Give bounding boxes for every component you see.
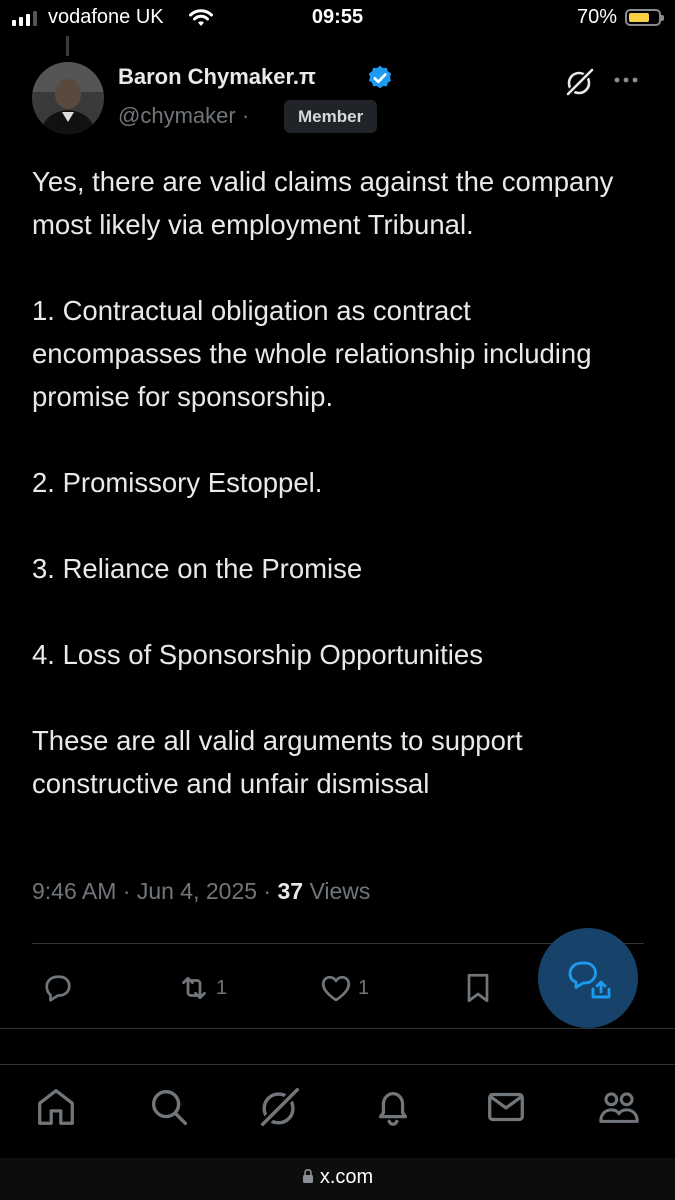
repost-count: 1 xyxy=(216,976,228,999)
grok-icon[interactable] xyxy=(257,1084,303,1130)
tab-bar-divider xyxy=(0,1064,675,1065)
post-metadata: 9:46 AM · Jun 4, 2025 · 37 Views xyxy=(32,878,370,905)
bookmark-button[interactable] xyxy=(460,970,496,1006)
share-icon[interactable] xyxy=(564,956,612,1004)
post-paragraph: 4. Loss of Sponsorship Opportunities xyxy=(32,639,483,670)
clock: 09:55 xyxy=(311,6,364,28)
post-paragraph: Yes, there are valid claims against the … xyxy=(32,166,614,240)
status-bar: vodafone UK 09:55 70% xyxy=(0,0,675,40)
views-label: Views xyxy=(303,878,371,904)
thread-line xyxy=(66,36,69,56)
repost-button[interactable]: 1 xyxy=(176,970,227,1006)
reply-button[interactable] xyxy=(40,970,76,1006)
post-paragraph: 3. Reliance on the Promise xyxy=(32,553,363,584)
battery-percent: 70% xyxy=(576,6,617,28)
like-count: 1 xyxy=(358,976,370,999)
like-button[interactable]: 1 xyxy=(318,970,369,1006)
home-icon[interactable] xyxy=(33,1084,79,1130)
handle-separator: · xyxy=(241,103,250,128)
handle-text[interactable]: @chymaker xyxy=(118,103,236,128)
grok-icon[interactable] xyxy=(564,66,596,98)
post-paragraph: 1. Contractual obligation as contract en… xyxy=(32,295,592,412)
post-text: Yes, there are valid claims against the … xyxy=(32,160,632,805)
search-icon[interactable] xyxy=(146,1084,192,1130)
reply-icon[interactable] xyxy=(40,970,76,1006)
share-button[interactable] xyxy=(538,928,638,1028)
author-handle[interactable]: @chymaker · xyxy=(118,103,249,129)
author-name[interactable]: Baron Chymaker.π xyxy=(118,64,316,90)
repost-icon[interactable] xyxy=(176,970,212,1006)
post-paragraph: 2. Promissory Estoppel. xyxy=(32,467,323,498)
views-count: 37 xyxy=(277,878,304,904)
avatar[interactable] xyxy=(32,62,104,134)
member-badge[interactable]: Member xyxy=(284,100,378,133)
verified-badge-icon[interactable] xyxy=(366,64,394,92)
heart-icon[interactable] xyxy=(318,970,354,1006)
divider xyxy=(0,1028,675,1029)
messages-icon[interactable] xyxy=(483,1084,529,1130)
battery-icon xyxy=(625,9,664,26)
url-text[interactable]: x.com xyxy=(320,1166,373,1188)
post-timestamp[interactable]: 9:46 AM · Jun 4, 2025 · xyxy=(32,878,277,904)
communities-icon[interactable] xyxy=(596,1084,642,1130)
url-bar[interactable]: x.com xyxy=(0,1166,675,1189)
post-paragraph: These are all valid arguments to support… xyxy=(32,725,523,799)
lock-icon xyxy=(302,1168,313,1183)
more-options-icon[interactable] xyxy=(612,68,640,97)
notifications-icon[interactable] xyxy=(370,1084,416,1130)
bookmark-icon[interactable] xyxy=(460,970,496,1006)
